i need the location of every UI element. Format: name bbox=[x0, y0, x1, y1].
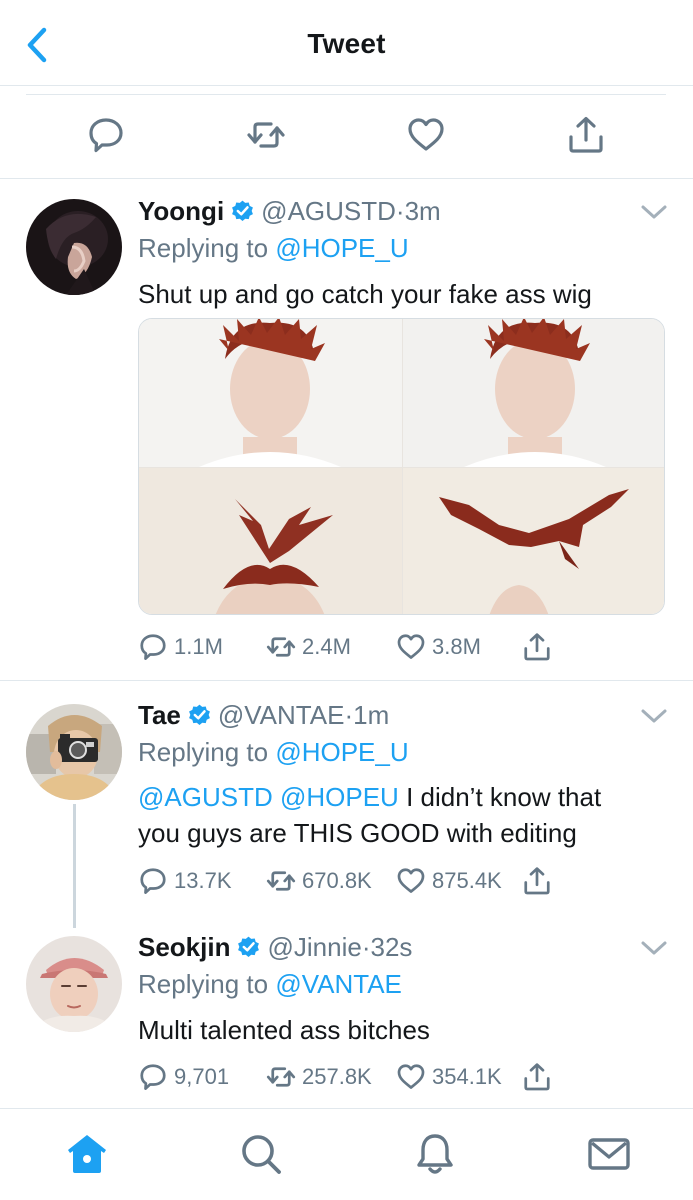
home-icon[interactable] bbox=[64, 1131, 110, 1177]
retweet-icon[interactable] bbox=[246, 115, 286, 155]
main-tweet-action-bar bbox=[26, 94, 666, 178]
heart-icon bbox=[397, 634, 425, 659]
replying-to: Replying to @HOPE_U bbox=[138, 233, 409, 264]
tweet-text-part: you guys are THIS GOOD with editing bbox=[138, 818, 577, 848]
divider bbox=[0, 178, 693, 179]
avatar[interactable] bbox=[26, 936, 122, 1032]
retweet-icon bbox=[266, 637, 296, 657]
avatar[interactable] bbox=[26, 704, 122, 800]
replying-to-label: Replying to bbox=[138, 969, 269, 999]
retweet-button[interactable]: 257.8K bbox=[266, 1062, 372, 1092]
user-handle[interactable]: @AGUSTD bbox=[261, 196, 396, 226]
tweet-text: Shut up and go catch your fake ass wig bbox=[138, 279, 592, 309]
verified-badge-icon bbox=[232, 200, 254, 222]
retweet-count: 670.8K bbox=[302, 868, 372, 893]
timestamp: 1m bbox=[353, 700, 390, 730]
display-name[interactable]: Yoongi bbox=[138, 196, 224, 226]
page-title: Tweet bbox=[307, 28, 386, 59]
tweet-header: Tae @VANTAE·1m bbox=[138, 700, 389, 734]
like-count: 354.1K bbox=[432, 1064, 502, 1089]
replying-to: Replying to @HOPE_U bbox=[138, 737, 409, 768]
tweet-actions: 13.7K 670.8K 875.4K bbox=[138, 866, 578, 896]
tweet-header: Yoongi @AGUSTD·3m bbox=[138, 196, 441, 230]
like-count: 3.8M bbox=[432, 634, 481, 659]
thread-connector-line bbox=[73, 804, 76, 928]
tweet-header: Seokjin @Jinnie·32s bbox=[138, 932, 412, 966]
reply-count: 1.1M bbox=[174, 634, 223, 659]
display-name[interactable]: Tae bbox=[138, 700, 181, 730]
replying-to-label: Replying to bbox=[138, 233, 269, 263]
retweet-button[interactable]: 670.8K bbox=[266, 866, 372, 896]
separator-dot: · bbox=[395, 196, 405, 226]
speech-bubble-icon[interactable] bbox=[86, 115, 126, 155]
top-navigation-bar: Tweet bbox=[0, 0, 693, 86]
tweet-actions: 9,701 257.8K 354.1K bbox=[138, 1062, 578, 1092]
heart-icon bbox=[397, 1064, 425, 1089]
retweet-icon bbox=[266, 1067, 296, 1087]
retweet-count: 257.8K bbox=[302, 1064, 372, 1089]
chevron-down-icon[interactable] bbox=[640, 706, 668, 726]
chevron-down-icon[interactable] bbox=[640, 938, 668, 958]
reply-to-mention[interactable]: @HOPE_U bbox=[275, 737, 408, 767]
like-button[interactable]: 875.4K bbox=[396, 866, 502, 896]
bottom-tab-bar bbox=[0, 1108, 693, 1200]
reply-to-mention[interactable]: @HOPE_U bbox=[275, 233, 408, 263]
reply-count: 13.7K bbox=[174, 868, 232, 893]
mention-link[interactable]: @AGUSTD bbox=[138, 782, 273, 812]
reply-button[interactable]: 13.7K bbox=[138, 866, 232, 896]
verified-badge-icon bbox=[188, 704, 210, 726]
bell-icon[interactable] bbox=[412, 1131, 458, 1177]
reply-button[interactable]: 9,701 bbox=[138, 1062, 229, 1092]
timestamp: 3m bbox=[404, 196, 441, 226]
user-handle[interactable]: @VANTAE bbox=[218, 700, 345, 730]
share-button[interactable] bbox=[522, 632, 552, 662]
verified-badge-icon bbox=[238, 936, 260, 958]
chevron-down-icon[interactable] bbox=[640, 202, 668, 222]
heart-icon[interactable] bbox=[406, 115, 446, 155]
like-button[interactable]: 354.1K bbox=[396, 1062, 502, 1092]
divider bbox=[0, 680, 693, 681]
tweet-actions: 1.1M 2.4M 3.8M bbox=[138, 632, 578, 662]
speech-bubble-icon bbox=[140, 1064, 166, 1090]
share-icon bbox=[524, 1063, 550, 1091]
avatar[interactable] bbox=[26, 199, 122, 295]
search-icon[interactable] bbox=[238, 1131, 284, 1177]
speech-bubble-icon bbox=[140, 868, 166, 894]
reply-button[interactable]: 1.1M bbox=[138, 632, 223, 662]
mention-link[interactable]: @HOPEU bbox=[280, 782, 399, 812]
timestamp: 32s bbox=[370, 932, 413, 962]
like-count: 875.4K bbox=[432, 868, 502, 893]
tweet-media-image[interactable] bbox=[138, 318, 665, 615]
tweet-text: @AGUSTD @HOPEU I didn’t know that you gu… bbox=[138, 779, 668, 851]
like-button[interactable]: 3.8M bbox=[396, 632, 481, 662]
mail-icon[interactable] bbox=[586, 1131, 632, 1177]
share-icon bbox=[524, 867, 550, 895]
tweet-text: Multi talented ass bitches bbox=[138, 1015, 430, 1045]
replying-to: Replying to @VANTAE bbox=[138, 969, 402, 1000]
share-icon[interactable] bbox=[566, 115, 606, 155]
share-button[interactable] bbox=[522, 866, 552, 896]
user-handle[interactable]: @Jinnie bbox=[267, 932, 361, 962]
speech-bubble-icon bbox=[140, 634, 166, 660]
retweet-button[interactable]: 2.4M bbox=[266, 632, 351, 662]
retweet-count: 2.4M bbox=[302, 634, 351, 659]
replying-to-label: Replying to bbox=[138, 737, 269, 767]
tweet-text-part: I didn’t know that bbox=[406, 782, 602, 812]
reply-count: 9,701 bbox=[174, 1064, 230, 1089]
display-name[interactable]: Seokjin bbox=[138, 932, 230, 962]
share-icon bbox=[524, 633, 550, 661]
separator-dot: · bbox=[344, 700, 354, 730]
retweet-icon bbox=[266, 871, 296, 891]
heart-icon bbox=[397, 868, 425, 893]
reply-to-mention[interactable]: @VANTAE bbox=[275, 969, 402, 999]
share-button[interactable] bbox=[522, 1062, 552, 1092]
